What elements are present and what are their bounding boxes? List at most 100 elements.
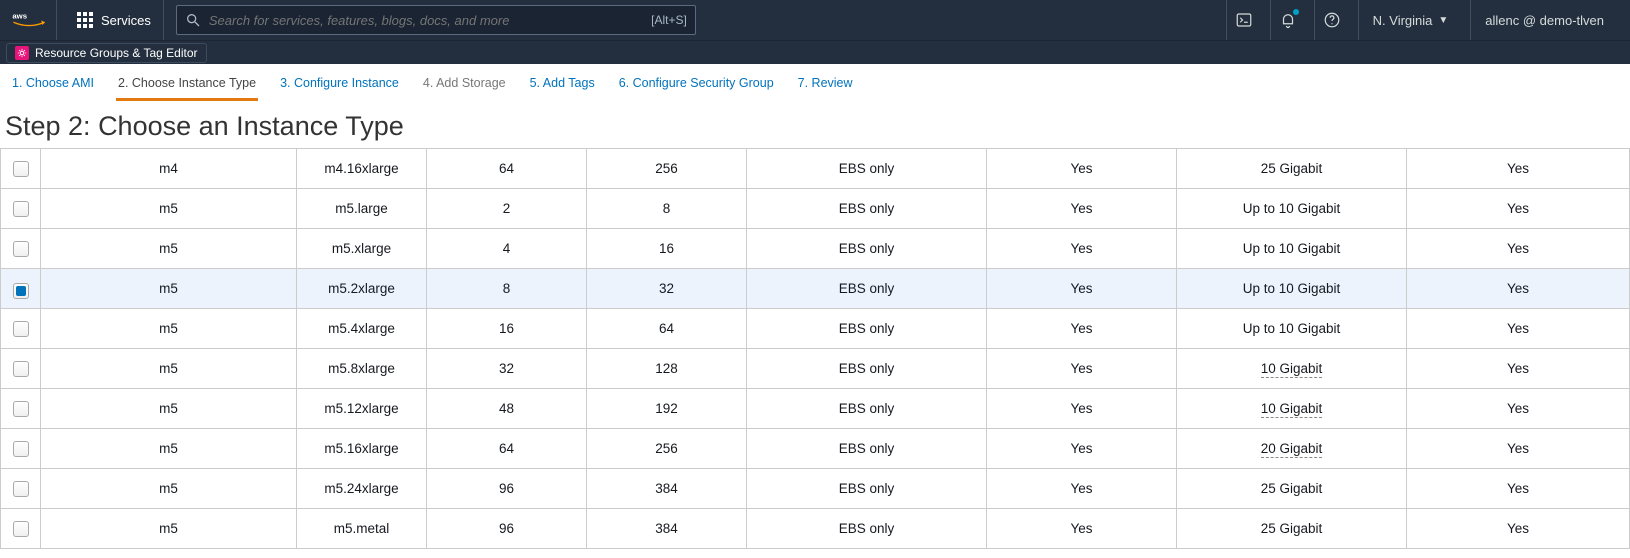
storage-cell: EBS only: [747, 309, 987, 349]
row-checkbox[interactable]: [13, 361, 29, 377]
table-row[interactable]: m4m4.16xlarge64256EBS onlyYes25 GigabitY…: [1, 149, 1630, 189]
wizard-step-7[interactable]: 7. Review: [796, 70, 855, 101]
storage-cell: EBS only: [747, 389, 987, 429]
memory-cell: 192: [587, 389, 747, 429]
services-label: Services: [101, 13, 151, 28]
wizard-step-label: 3. Configure Instance: [280, 76, 399, 90]
ebs-optimized-cell: Yes: [987, 269, 1177, 309]
table-row[interactable]: m5m5.metal96384EBS onlyYes25 GigabitYes: [1, 509, 1630, 549]
region-selector[interactable]: N. Virginia ▼: [1358, 0, 1463, 40]
row-checkbox[interactable]: [13, 521, 29, 537]
ipv6-cell: Yes: [1407, 229, 1630, 269]
table-row[interactable]: m5m5.12xlarge48192EBS onlyYes10 GigabitY…: [1, 389, 1630, 429]
ebs-optimized-cell: Yes: [987, 429, 1177, 469]
aws-logo[interactable]: aws: [12, 0, 57, 40]
table-row[interactable]: m5m5.24xlarge96384EBS onlyYes25 GigabitY…: [1, 469, 1630, 509]
aws-logo-icon: aws: [12, 10, 46, 30]
storage-cell: EBS only: [747, 469, 987, 509]
table-row[interactable]: m5m5.2xlarge832EBS onlyYesUp to 10 Gigab…: [1, 269, 1630, 309]
chevron-down-icon: ▼: [1438, 15, 1448, 26]
table-row[interactable]: m5m5.large28EBS onlyYesUp to 10 GigabitY…: [1, 189, 1630, 229]
network-perf-cell: 25 Gigabit: [1177, 149, 1407, 189]
wizard-step-6[interactable]: 6. Configure Security Group: [617, 70, 776, 101]
instance-family-cell: m4: [41, 149, 297, 189]
table-row[interactable]: m5m5.16xlarge64256EBS onlyYes20 GigabitY…: [1, 429, 1630, 469]
table-row[interactable]: m5m5.xlarge416EBS onlyYesUp to 10 Gigabi…: [1, 229, 1630, 269]
wizard-step-5[interactable]: 5. Add Tags: [528, 70, 597, 101]
search-shortcut-label: [Alt+S]: [651, 13, 687, 27]
instance-type-cell: m5.metal: [297, 509, 427, 549]
storage-cell: EBS only: [747, 269, 987, 309]
row-checkbox[interactable]: [13, 401, 29, 417]
row-checkbox[interactable]: [13, 283, 29, 299]
instance-type-cell: m4.16xlarge: [297, 149, 427, 189]
search-input[interactable]: [209, 13, 643, 28]
ipv6-cell: Yes: [1407, 309, 1630, 349]
row-checkbox[interactable]: [13, 481, 29, 497]
row-checkbox[interactable]: [13, 321, 29, 337]
vcpus-cell: 64: [427, 429, 587, 469]
svg-text:aws: aws: [12, 11, 27, 20]
vcpus-cell: 16: [427, 309, 587, 349]
row-checkbox[interactable]: [13, 201, 29, 217]
instance-family-cell: m5: [41, 469, 297, 509]
instance-type-cell: m5.16xlarge: [297, 429, 427, 469]
user-menu[interactable]: allenc @ demo-tlven: [1470, 0, 1618, 40]
vcpus-cell: 48: [427, 389, 587, 429]
ipv6-cell: Yes: [1407, 509, 1630, 549]
row-checkbox[interactable]: [13, 241, 29, 257]
resource-groups-button[interactable]: Resource Groups & Tag Editor: [6, 43, 207, 63]
ipv6-cell: Yes: [1407, 149, 1630, 189]
memory-cell: 256: [587, 149, 747, 189]
ipv6-cell: Yes: [1407, 429, 1630, 469]
ipv6-cell: Yes: [1407, 349, 1630, 389]
wizard-step-1[interactable]: 1. Choose AMI: [10, 70, 96, 101]
user-label: allenc @ demo-tlven: [1485, 13, 1604, 28]
global-search[interactable]: [Alt+S]: [176, 5, 696, 35]
notifications-button[interactable]: [1270, 0, 1306, 40]
ipv6-cell: Yes: [1407, 469, 1630, 509]
cloudshell-icon: [1235, 11, 1253, 29]
vcpus-cell: 4: [427, 229, 587, 269]
instance-type-cell: m5.4xlarge: [297, 309, 427, 349]
vcpus-cell: 8: [427, 269, 587, 309]
ipv6-cell: Yes: [1407, 189, 1630, 229]
services-menu-button[interactable]: Services: [65, 0, 164, 40]
wizard-step-label: 2. Choose Instance Type: [118, 76, 256, 90]
table-row[interactable]: m5m5.4xlarge1664EBS onlyYesUp to 10 Giga…: [1, 309, 1630, 349]
cloudshell-button[interactable]: [1226, 0, 1262, 40]
table-row[interactable]: m5m5.8xlarge32128EBS onlyYes10 GigabitYe…: [1, 349, 1630, 389]
network-perf-cell: 20 Gigabit: [1177, 429, 1407, 469]
ebs-optimized-cell: Yes: [987, 349, 1177, 389]
search-icon: [185, 12, 201, 28]
instance-type-cell: m5.24xlarge: [297, 469, 427, 509]
row-checkbox[interactable]: [13, 441, 29, 457]
help-icon: [1323, 11, 1341, 29]
region-label: N. Virginia: [1373, 13, 1433, 28]
wizard-step-label: 7. Review: [798, 76, 853, 90]
memory-cell: 128: [587, 349, 747, 389]
vcpus-cell: 2: [427, 189, 587, 229]
help-button[interactable]: [1314, 0, 1350, 40]
row-checkbox[interactable]: [13, 161, 29, 177]
storage-cell: EBS only: [747, 349, 987, 389]
instance-family-cell: m5: [41, 269, 297, 309]
instance-type-table: m4m4.16xlarge64256EBS onlyYes25 GigabitY…: [0, 148, 1630, 549]
network-perf-cell: 25 Gigabit: [1177, 469, 1407, 509]
wizard-step-4: 4. Add Storage: [421, 70, 508, 101]
network-perf-cell: Up to 10 Gigabit: [1177, 269, 1407, 309]
memory-cell: 256: [587, 429, 747, 469]
ebs-optimized-cell: Yes: [987, 149, 1177, 189]
ebs-optimized-cell: Yes: [987, 229, 1177, 269]
wizard-step-label: 4. Add Storage: [423, 76, 506, 90]
memory-cell: 64: [587, 309, 747, 349]
wizard-step-3[interactable]: 3. Configure Instance: [278, 70, 401, 101]
resource-groups-icon: [15, 46, 29, 60]
vcpus-cell: 32: [427, 349, 587, 389]
wizard-step-2[interactable]: 2. Choose Instance Type: [116, 70, 258, 101]
instance-type-cell: m5.xlarge: [297, 229, 427, 269]
network-perf-cell: Up to 10 Gigabit: [1177, 229, 1407, 269]
ebs-optimized-cell: Yes: [987, 189, 1177, 229]
instance-family-cell: m5: [41, 189, 297, 229]
instance-family-cell: m5: [41, 309, 297, 349]
